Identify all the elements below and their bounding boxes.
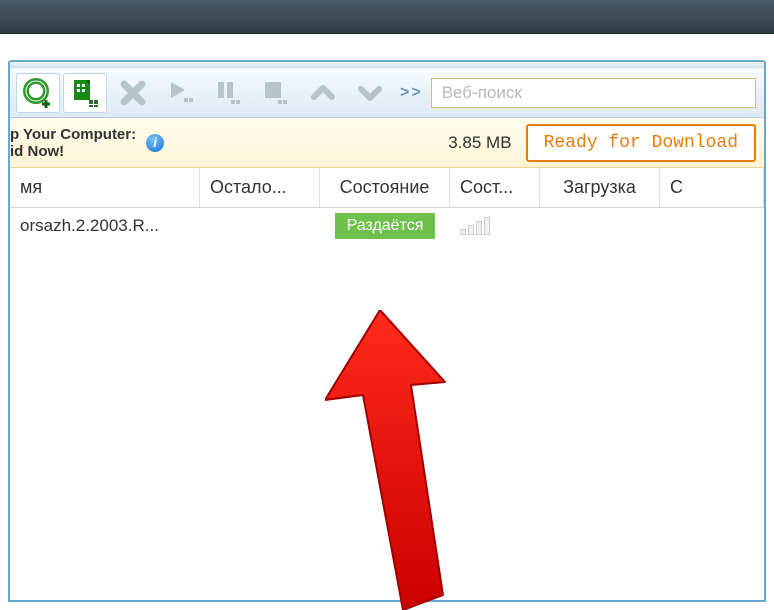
toolbar-group-remove	[111, 73, 155, 113]
col-name[interactable]: мя	[10, 168, 200, 207]
col-remaining[interactable]: Остало...	[200, 168, 320, 207]
col-status[interactable]: Сост...	[450, 168, 540, 207]
state-badge: Раздаётся	[335, 213, 436, 239]
torrent-table-header: мя Остало... Состояние Сост... Загрузка …	[10, 168, 764, 208]
update-line2: id Now!	[10, 143, 136, 160]
toolbar-overflow[interactable]: >>	[400, 84, 423, 102]
ready-for-download-button[interactable]: Ready for Download	[526, 124, 756, 162]
update-size: 3.85 MB	[448, 133, 511, 153]
stop-button[interactable]	[253, 73, 297, 113]
toolbar-group-move	[301, 73, 392, 113]
app-window: >> Веб-поиск p Your Computer: id Now! i …	[8, 60, 766, 602]
table-row[interactable]: orsazh.2.2003.R... Раздаётся	[10, 208, 764, 244]
update-notification-bar: p Your Computer: id Now! i 3.85 MB Ready…	[10, 118, 764, 168]
toolbar-group-add	[16, 73, 107, 113]
add-torrent-file-button[interactable]	[63, 73, 107, 113]
update-text: p Your Computer: id Now!	[10, 126, 136, 160]
toolbar: >> Веб-поиск	[10, 68, 764, 118]
update-line1: p Your Computer:	[10, 126, 136, 143]
move-up-button[interactable]	[301, 73, 345, 113]
add-torrent-url-button[interactable]	[16, 73, 60, 113]
start-button[interactable]	[159, 73, 203, 113]
cell-state: Раздаётся	[320, 213, 450, 239]
cell-status	[450, 217, 540, 235]
info-icon: i	[146, 134, 164, 152]
torrent-table-body: orsazh.2.2003.R... Раздаётся	[10, 208, 764, 602]
col-extra[interactable]: C	[660, 168, 764, 207]
remove-button[interactable]	[111, 73, 155, 113]
web-search-input[interactable]: Веб-поиск	[431, 78, 756, 108]
ready-label: Ready for Download	[544, 133, 738, 153]
col-download[interactable]: Загрузка	[540, 168, 660, 207]
signal-bars-icon	[460, 217, 490, 235]
os-titlebar	[0, 0, 774, 34]
chrome-gap	[0, 34, 774, 60]
pause-button[interactable]	[206, 73, 250, 113]
move-down-button[interactable]	[348, 73, 392, 113]
search-placeholder: Веб-поиск	[442, 83, 522, 103]
col-state[interactable]: Состояние	[320, 168, 450, 207]
overflow-label: >>	[400, 84, 423, 102]
cell-name: orsazh.2.2003.R...	[10, 216, 200, 236]
toolbar-group-playback	[159, 73, 297, 113]
